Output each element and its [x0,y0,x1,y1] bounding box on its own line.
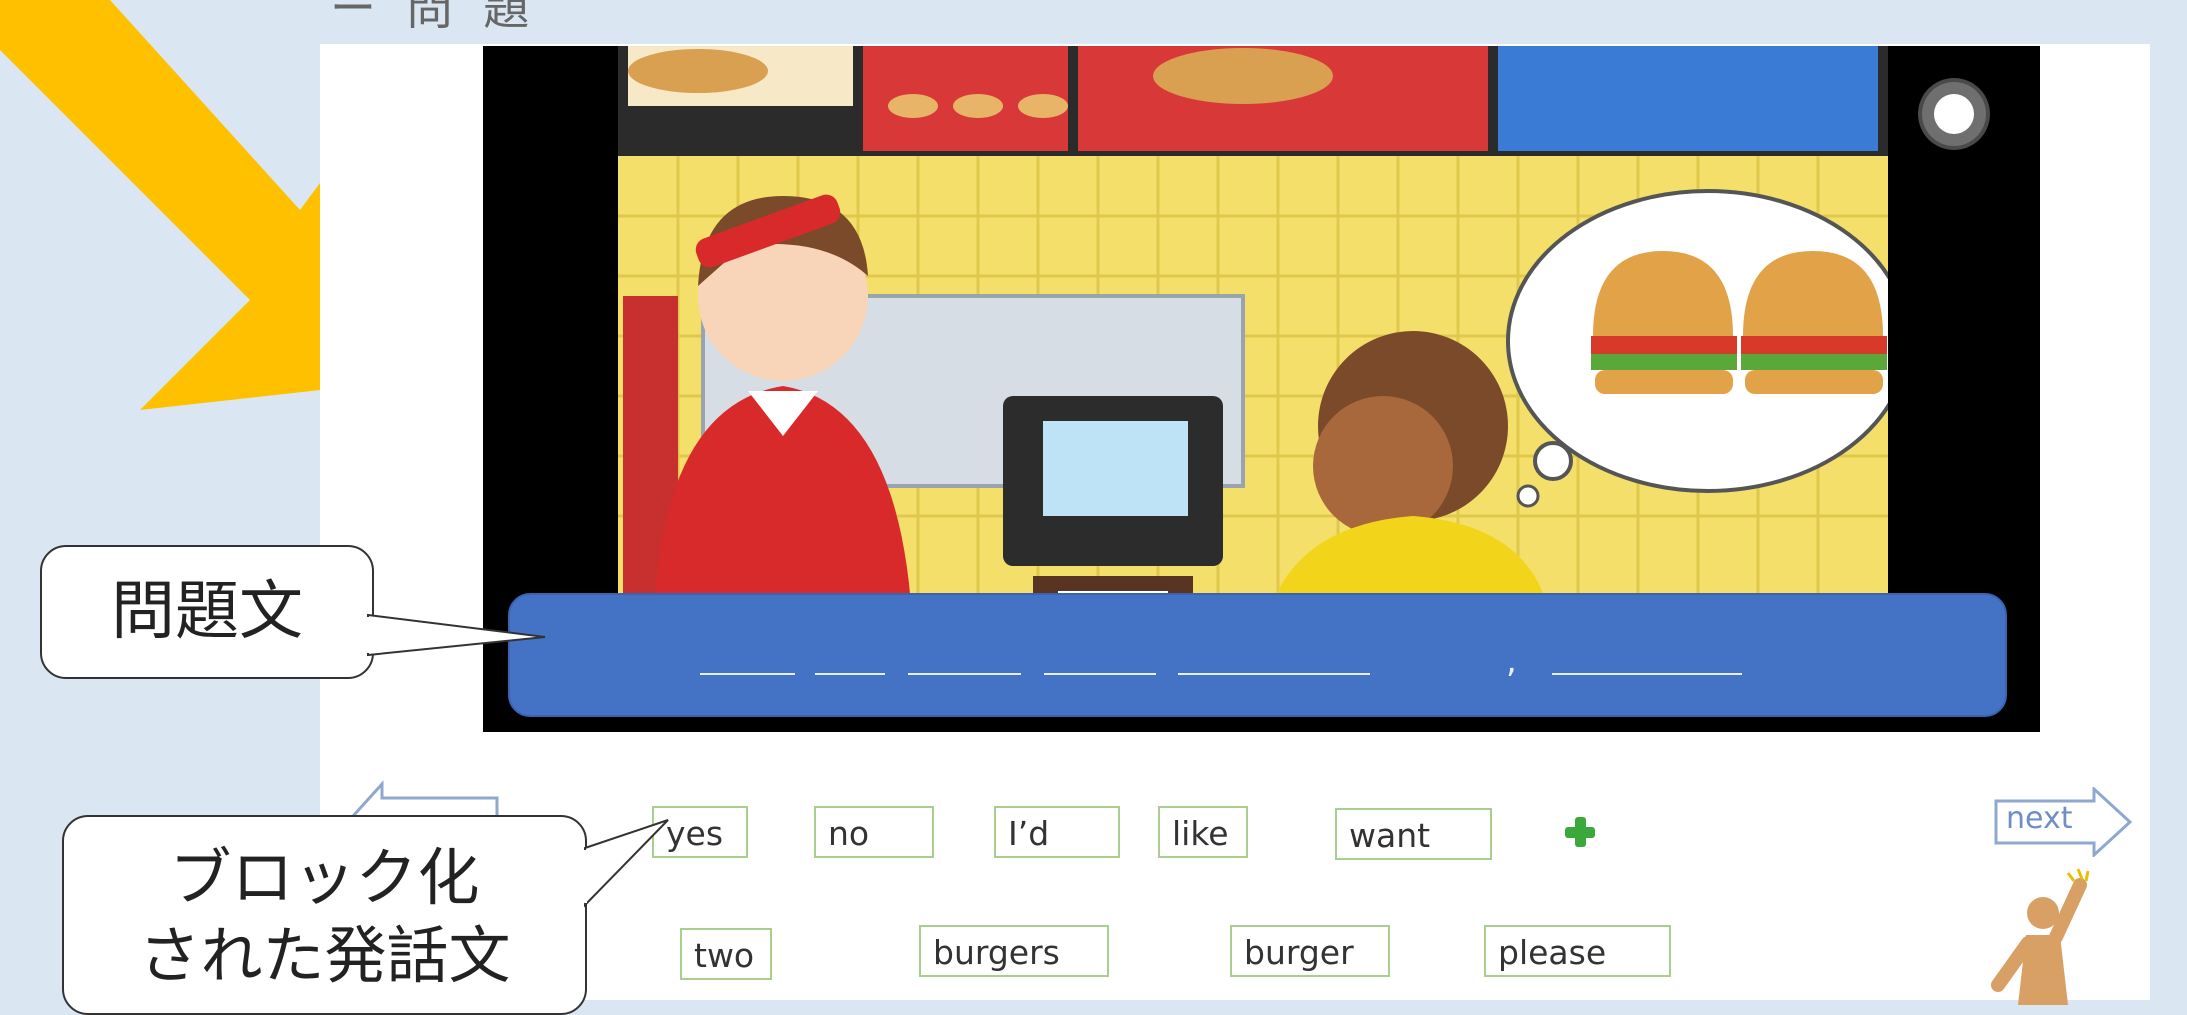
word-block-no[interactable]: no [814,806,934,858]
word-block-id[interactable]: I’d [994,806,1120,858]
callout-line-2: された発話文 [138,919,511,992]
callout-question-text: 問題文 [40,545,374,679]
cheering-figure-icon [1991,868,2090,1005]
word-block-like[interactable]: like [1158,806,1248,858]
blank-slot-5[interactable] [1178,673,1370,675]
word-block-burgers[interactable]: burgers [919,925,1109,977]
word-block-want[interactable]: want [1335,808,1492,860]
callout-line-1: ブロック化 [169,841,480,914]
callout-blocked-utterance: ブロック化 された発話文 [62,815,587,1015]
blank-slot-4[interactable] [1044,673,1156,675]
burger-icon [1591,251,1737,394]
record-button[interactable] [1922,82,1986,146]
word-block-two[interactable]: two [680,928,772,980]
word-block-please[interactable]: please [1484,925,1671,977]
question-text-bar: , [508,593,2007,717]
word-block-yes[interactable]: yes [652,806,748,858]
blank-slot-3[interactable] [908,673,1021,675]
blank-slot-2[interactable] [815,673,885,675]
add-block-button[interactable] [1565,817,1595,847]
burger-icon-2 [1741,251,1887,394]
blank-slot-1[interactable] [700,673,795,675]
next-label: next [2006,801,2073,836]
word-block-burger[interactable]: burger [1230,925,1390,977]
blank-slot-6[interactable] [1552,673,1742,675]
question-comma: , [1506,641,1517,681]
next-button[interactable]: next [1994,785,2134,859]
page-title-fragment: ー 問 題 [330,0,538,35]
